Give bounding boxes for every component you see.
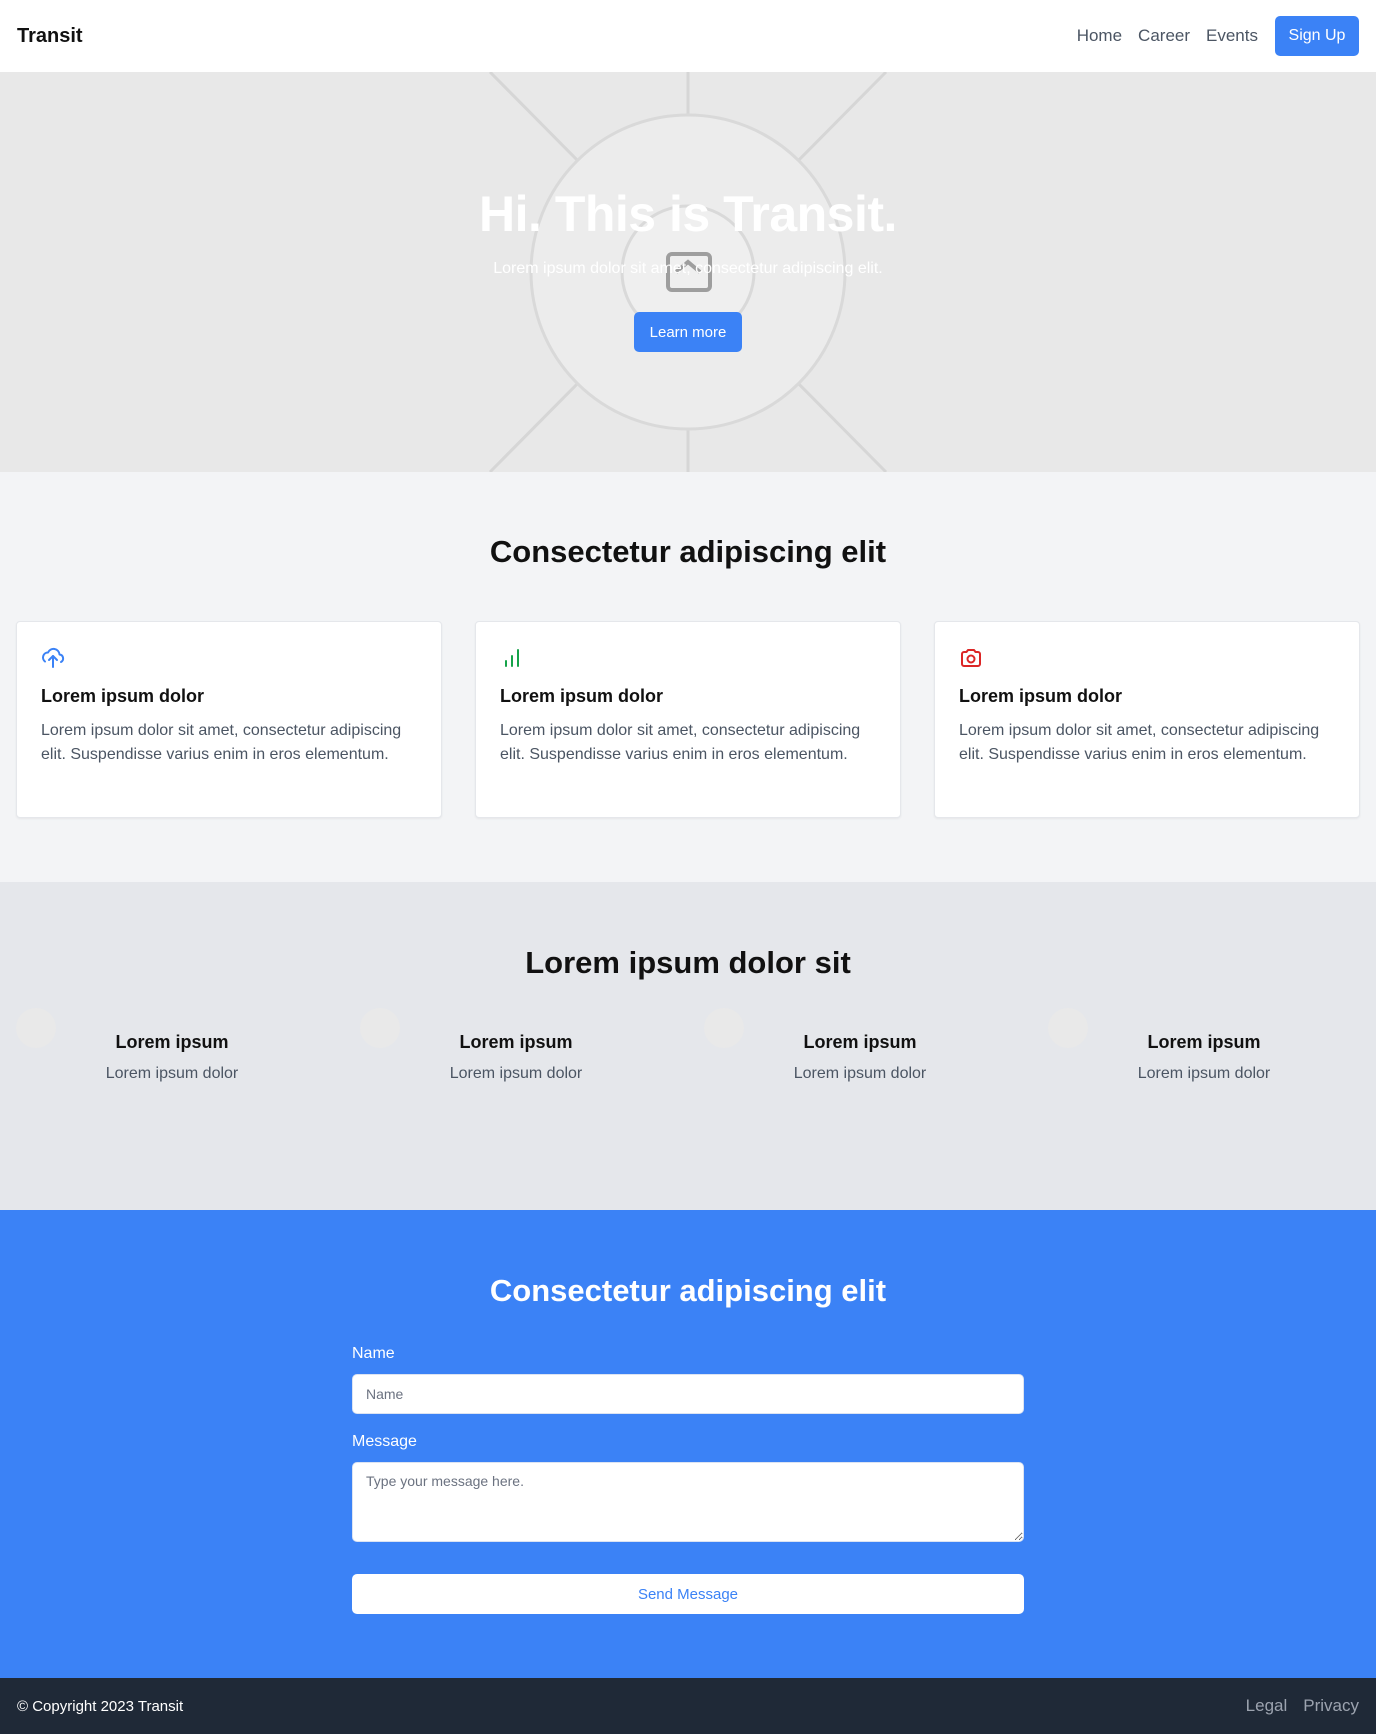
footer-link-privacy[interactable]: Privacy [1303, 1696, 1359, 1716]
stat-item: Lorem ipsum Lorem ipsum dolor [344, 1008, 688, 1083]
stat-text: Lorem ipsum dolor [105, 1065, 239, 1082]
stat-avatar [360, 1008, 400, 1048]
footer: © Copyright 2023 Transit Legal Privacy [0, 1678, 1376, 1734]
feature-card-text: Lorem ipsum dolor sit amet, consectetur … [41, 722, 402, 763]
nav-links: Home Career Events Sign Up [1061, 16, 1359, 56]
name-label: Name [352, 1345, 395, 1362]
stat-text: Lorem ipsum dolor [449, 1065, 583, 1082]
name-input[interactable] [352, 1374, 1024, 1414]
stat-avatar [1048, 1008, 1088, 1048]
nav-link-career[interactable]: Career [1138, 26, 1190, 46]
top-navbar: Transit Home Career Events Sign Up [0, 0, 1376, 72]
feature-card-text: Lorem ipsum dolor sit amet, consectetur … [500, 722, 861, 763]
contact-title: Consectetur adipiscing elit [489, 1273, 887, 1308]
stat-item: Lorem ipsum Lorem ipsum dolor [1032, 1008, 1376, 1083]
stat-text: Lorem ipsum dolor [793, 1065, 927, 1082]
hero-section: Hi. This is Transit. Lorem ipsum dolor s… [0, 72, 1376, 472]
footer-links: Legal Privacy [1230, 1696, 1359, 1716]
message-textarea[interactable] [352, 1462, 1024, 1542]
feature-card-text: Lorem ipsum dolor sit amet, consectetur … [959, 722, 1320, 763]
feature-card: Lorem ipsum dolor Lorem ipsum dolor sit … [475, 621, 901, 818]
contact-section: Consectetur adipiscing elit Name Message… [0, 1210, 1376, 1678]
message-label: Message [352, 1433, 417, 1450]
footer-link-legal[interactable]: Legal [1246, 1696, 1288, 1716]
stats-title: Lorem ipsum dolor sit [525, 945, 851, 980]
nav-link-home[interactable]: Home [1077, 26, 1122, 46]
stats-section: Lorem ipsum dolor sit Lorem ipsum Lorem … [0, 882, 1376, 1210]
cloud-upload-icon [42, 647, 65, 668]
camera-icon [961, 649, 981, 667]
brand-logo[interactable]: Transit [17, 25, 83, 48]
copyright-text: © Copyright 2023 Transit [17, 1697, 184, 1715]
nav-link-events[interactable]: Events [1206, 26, 1258, 46]
stat-text: Lorem ipsum dolor [1137, 1065, 1271, 1082]
stat-avatar [16, 1008, 56, 1048]
feature-card-title: Lorem ipsum dolor [41, 686, 205, 706]
stat-item: Lorem ipsum Lorem ipsum dolor [0, 1008, 344, 1083]
feature-card-title: Lorem ipsum dolor [500, 686, 664, 706]
feature-card: Lorem ipsum dolor Lorem ipsum dolor sit … [934, 621, 1360, 818]
learn-more-button[interactable]: Learn more [634, 312, 742, 352]
features-title: Consectetur adipiscing elit [489, 534, 887, 569]
features-section: Consectetur adipiscing elit Lorem ipsum … [0, 472, 1376, 882]
send-message-button[interactable]: Send Message [352, 1574, 1024, 1614]
stat-avatar [704, 1008, 744, 1048]
stat-item: Lorem ipsum Lorem ipsum dolor [688, 1008, 1032, 1083]
hero-subtitle: Lorem ipsum dolor sit amet, consectetur … [493, 260, 883, 277]
hero-title: Hi. This is Transit. [479, 186, 897, 242]
feature-card: Lorem ipsum dolor Lorem ipsum dolor sit … [16, 621, 442, 818]
bar-chart-icon [505, 649, 519, 667]
feature-card-title: Lorem ipsum dolor [959, 686, 1123, 706]
sign-up-button[interactable]: Sign Up [1275, 16, 1359, 56]
